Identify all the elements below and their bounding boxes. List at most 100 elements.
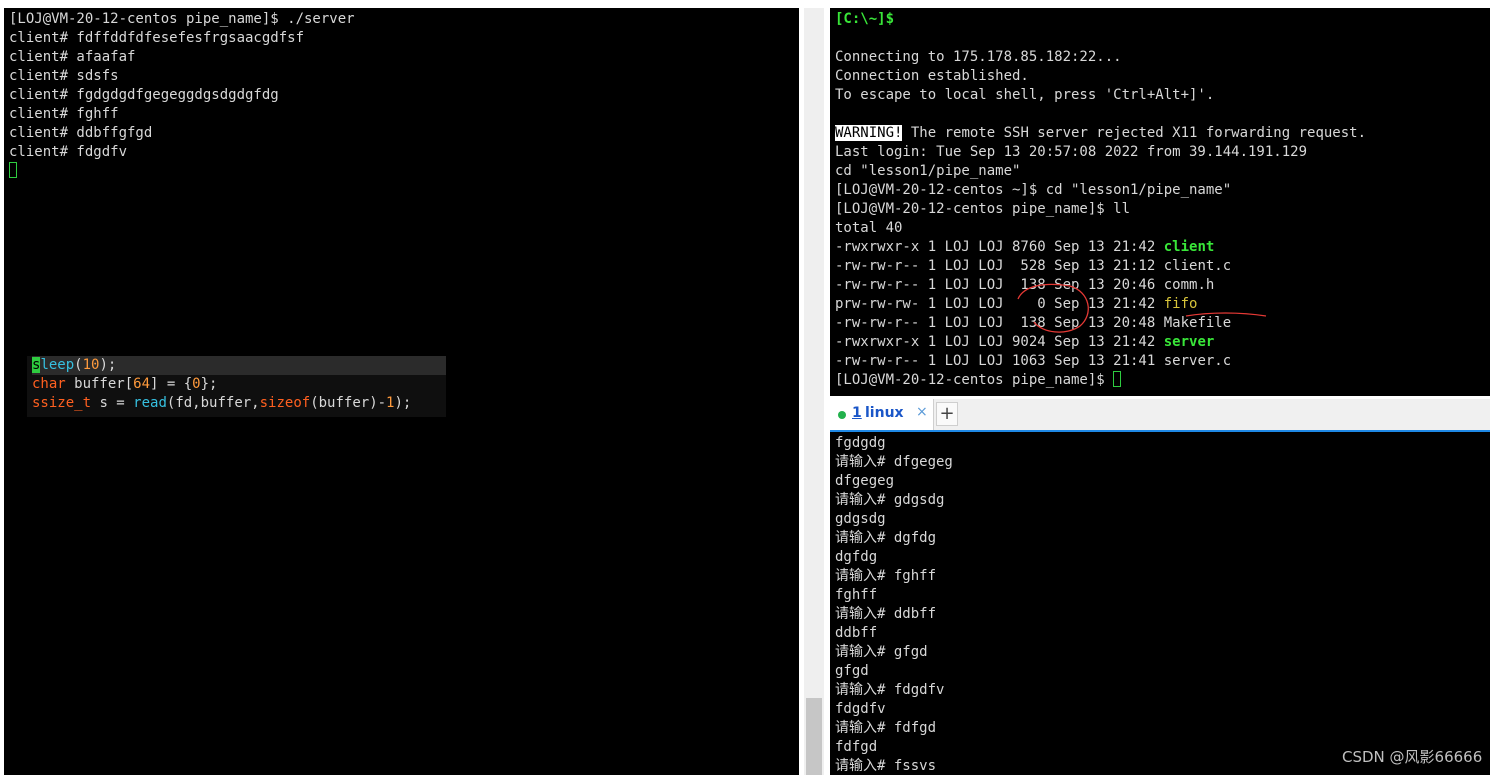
- terminal-line: Connecting to 175.178.85.182:22...: [835, 49, 1122, 65]
- terminal-cursor: [9, 162, 17, 178]
- tab-label: linux: [865, 405, 904, 421]
- code-token: (fd,buffer,: [166, 395, 260, 411]
- code-type: ssize_t: [32, 395, 92, 411]
- code-token: };: [200, 376, 218, 392]
- client-terminal-output: fgdgdg 请输入# dfgegeg dfgegeg 请输入# gdgsdg …: [835, 434, 953, 775]
- terminal-line: gdgsdg: [835, 511, 886, 527]
- file-listing-row: -rw-rw-r-- 1 LOJ LOJ 138 Sep 13 20:48 Ma…: [835, 314, 1366, 333]
- shell-prompt-line: [LOJ@VM-20-12-centos pipe_name]$: [835, 371, 1366, 390]
- terminal-line: 请输入# fssvs: [835, 758, 937, 774]
- watermark: CSDN @风影66666: [1342, 748, 1483, 766]
- terminal-line: client# afaafaf: [9, 49, 136, 65]
- code-number: 0: [192, 376, 201, 392]
- left-pane-scrollbar[interactable]: [804, 8, 824, 775]
- terminal-line: fgdgdg: [835, 435, 886, 451]
- shell-prompt: [LOJ@VM-20-12-centos pipe_name]$: [835, 372, 1114, 388]
- terminal-line: dgfdg: [835, 549, 878, 565]
- code-keyword: char: [32, 376, 66, 392]
- terminal-line: ddbff: [835, 625, 878, 641]
- file-meta: -rwxrwxr-x 1 LOJ LOJ 8760 Sep 13 21:42: [835, 239, 1164, 255]
- terminal-cursor: [1113, 371, 1122, 387]
- local-shell-prompt: [C:\~]$: [835, 11, 895, 27]
- terminal-line: Last login: Tue Sep 13 20:57:08 2022 fro…: [835, 144, 1308, 160]
- code-number: 10: [82, 357, 100, 373]
- terminal-line: total 40: [835, 220, 903, 236]
- terminal-line: 请输入# dfgegeg: [835, 454, 953, 470]
- file-meta: -rw-rw-r-- 1 LOJ LOJ 138 Sep 13 20:46: [835, 277, 1164, 293]
- code-token: leep: [40, 357, 75, 373]
- file-listing-row: -rwxrwxr-x 1 LOJ LOJ 9024 Sep 13 21:42 s…: [835, 333, 1366, 352]
- tab-linux[interactable]: 1 linux ×: [830, 399, 934, 430]
- terminal-line: [LOJ@VM-20-12-centos ~]$ cd "lesson1/pip…: [835, 182, 1232, 198]
- terminal-line: client# fdgdfv: [9, 144, 128, 160]
- code-keyword: sizeof: [259, 395, 311, 411]
- file-name: server.c: [1163, 353, 1232, 369]
- file-name-executable: server: [1163, 334, 1215, 350]
- file-meta: -rw-rw-r-- 1 LOJ LOJ 528 Sep 13 21:12: [835, 258, 1164, 274]
- terminal-line: client# fghff: [9, 106, 119, 122]
- terminal-line: fdfgd: [835, 739, 878, 755]
- file-name: Makefile: [1163, 315, 1232, 331]
- file-listing-row: -rwxrwxr-x 1 LOJ LOJ 8760 Sep 13 21:42 c…: [835, 238, 1366, 257]
- file-listing-row: prw-rw-rw- 1 LOJ LOJ 0 Sep 13 21:42 fifo: [835, 295, 1366, 314]
- file-name-executable: client: [1163, 239, 1215, 255]
- terminal-cursor-line: [9, 162, 355, 181]
- ssh-terminal-output: [C:\~]$ Connecting to 175.178.85.182:22.…: [835, 10, 1366, 390]
- terminal-line: client# sdsfs: [9, 68, 119, 84]
- code-snippet-overlay: sleep(10); char buffer[64] = {0}; ssize_…: [27, 356, 446, 417]
- connected-status-icon: [838, 411, 846, 419]
- code-token: );: [99, 357, 117, 373]
- terminal-line: dfgegeg: [835, 473, 895, 489]
- code-function: read: [133, 395, 167, 411]
- terminal-line: To escape to local shell, press 'Ctrl+Al…: [835, 87, 1215, 103]
- terminal-line: [LOJ@VM-20-12-centos pipe_name]$ ./serve…: [9, 11, 355, 27]
- code-token: );: [394, 395, 412, 411]
- file-meta: -rw-rw-r-- 1 LOJ LOJ 1063 Sep 13 21:41: [835, 353, 1164, 369]
- terminal-line: 请输入# fdgdfv: [835, 682, 945, 698]
- code-number: 64: [133, 376, 151, 392]
- terminal-line: Connection established.: [835, 68, 1029, 84]
- code-token: ] = {: [150, 376, 193, 392]
- terminal-line: 请输入# dgfdg: [835, 530, 937, 546]
- terminal-line: fghff: [835, 587, 878, 603]
- file-listing-row: -rw-rw-r-- 1 LOJ LOJ 138 Sep 13 20:46 co…: [835, 276, 1366, 295]
- left-terminal-output: [LOJ@VM-20-12-centos pipe_name]$ ./serve…: [9, 10, 355, 181]
- terminal-line: client# fdffddfdfesefesfrgsaacgdfsf: [9, 30, 305, 46]
- file-listing-row: -rw-rw-r-- 1 LOJ LOJ 528 Sep 13 21:12 cl…: [835, 257, 1366, 276]
- code-token: buffer[: [65, 376, 134, 392]
- code-token: s =: [91, 395, 134, 411]
- terminal-line: 请输入# fghff: [835, 568, 937, 584]
- file-name-pipe: fifo: [1163, 296, 1198, 312]
- terminal-line: 请输入# gdgsdg: [835, 492, 945, 508]
- terminal-line: client# ddbffgfgd: [9, 125, 153, 141]
- ssh-terminal-pane[interactable]: [C:\~]$ Connecting to 175.178.85.182:22.…: [830, 8, 1490, 396]
- terminal-line: 请输入# gfgd: [835, 644, 928, 660]
- close-tab-icon[interactable]: ×: [916, 404, 928, 420]
- code-token: (: [74, 357, 83, 373]
- terminal-line: fdgdfv: [835, 701, 886, 717]
- file-name: client.c: [1163, 258, 1232, 274]
- new-tab-button[interactable]: +: [936, 402, 958, 426]
- client-terminal-pane[interactable]: fgdgdg 请输入# dfgegeg dfgegeg 请输入# gdgsdg …: [830, 432, 1490, 775]
- terminal-line: [LOJ@VM-20-12-centos pipe_name]$ ll: [835, 201, 1131, 217]
- warning-label: WARNING!: [835, 125, 903, 141]
- session-tab-bar: 1 linux × +: [830, 399, 1490, 432]
- terminal-line: cd "lesson1/pipe_name": [835, 163, 1021, 179]
- scrollbar-thumb[interactable]: [806, 698, 822, 775]
- terminal-line: client# fgdgdgdfgegeggdgsdgdgfdg: [9, 87, 279, 103]
- tab-number: 1: [852, 405, 862, 421]
- code-line-read: ssize_t s = read(fd,buffer,sizeof(buffer…: [32, 394, 446, 413]
- warning-line: WARNING! The remote SSH server rejected …: [835, 124, 1366, 143]
- code-line-sleep: sleep(10);: [32, 356, 446, 375]
- file-meta: prw-rw-rw- 1 LOJ LOJ 0 Sep 13 21:42: [835, 296, 1164, 312]
- terminal-line: 请输入# ddbff: [835, 606, 937, 622]
- file-name: comm.h: [1163, 277, 1215, 293]
- file-meta: -rw-rw-r-- 1 LOJ LOJ 138 Sep 13 20:48: [835, 315, 1164, 331]
- warning-text: The remote SSH server rejected X11 forwa…: [902, 125, 1367, 141]
- file-listing-row: -rw-rw-r-- 1 LOJ LOJ 1063 Sep 13 21:41 s…: [835, 352, 1366, 371]
- terminal-line: 请输入# fdfgd: [835, 720, 937, 736]
- file-meta: -rwxrwxr-x 1 LOJ LOJ 9024 Sep 13 21:42: [835, 334, 1164, 350]
- code-token: (buffer)-: [310, 395, 387, 411]
